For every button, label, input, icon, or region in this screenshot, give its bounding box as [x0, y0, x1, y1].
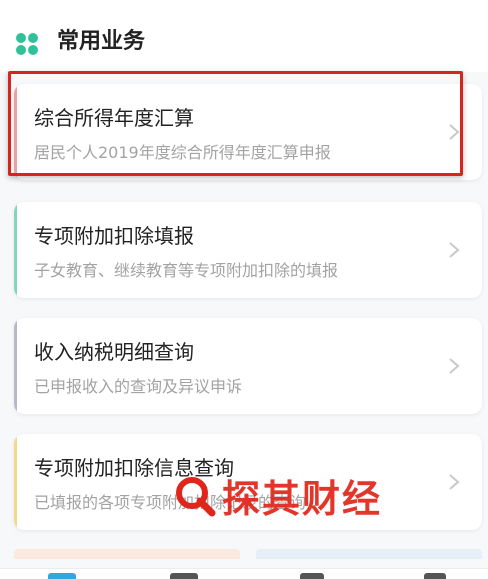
card-subtitle: 居民个人2019年度综合所得年度汇算申报	[34, 143, 331, 162]
card-subtitle: 子女教育、继续教育等专项附加扣除的填报	[34, 261, 339, 280]
card-accent	[14, 434, 17, 530]
card-title: 专项附加扣除信息查询	[34, 456, 234, 480]
card-subtitle: 已填报的各项专项附加扣除记录的查询	[34, 493, 307, 512]
app-screen: 常用业务 综合所得年度汇算 居民个人2019年度综合所得年度汇算申报 专项附加扣…	[0, 0, 488, 579]
card-accent	[14, 202, 17, 298]
card-title: 综合所得年度汇算	[34, 106, 194, 130]
chevron-right-icon	[449, 242, 460, 258]
chevron-right-icon	[449, 124, 460, 140]
service-card-special-deduction-fill[interactable]: 专项附加扣除填报 子女教育、继续教育等专项附加扣除的填报	[14, 202, 482, 298]
card-title: 专项附加扣除填报	[34, 224, 194, 248]
chevron-right-icon	[449, 358, 460, 374]
next-card-right[interactable]	[256, 549, 482, 559]
chevron-right-icon	[449, 474, 460, 490]
service-card-annual-settlement[interactable]: 综合所得年度汇算 居民个人2019年度综合所得年度汇算申报	[14, 84, 482, 180]
tab-office-icon[interactable]	[170, 573, 198, 579]
card-accent	[14, 84, 17, 180]
tab-profile-icon[interactable]	[424, 573, 446, 579]
card-subtitle: 已申报收入的查询及异议申诉	[34, 377, 243, 396]
clover-icon	[16, 33, 38, 55]
card-title: 收入纳税明细查询	[34, 340, 194, 364]
section-title: 常用业务	[57, 29, 146, 54]
tab-service-icon[interactable]	[300, 573, 324, 579]
service-card-income-tax-details[interactable]: 收入纳税明细查询 已申报收入的查询及异议申诉	[14, 318, 482, 414]
next-card-left[interactable]	[14, 549, 240, 559]
tab-home-icon[interactable]	[48, 573, 76, 579]
section-header: 常用业务	[0, 0, 488, 72]
card-accent	[14, 318, 17, 414]
bottom-tab-bar	[0, 568, 488, 579]
service-card-special-deduction-query[interactable]: 专项附加扣除信息查询 已填报的各项专项附加扣除记录的查询	[14, 434, 482, 530]
